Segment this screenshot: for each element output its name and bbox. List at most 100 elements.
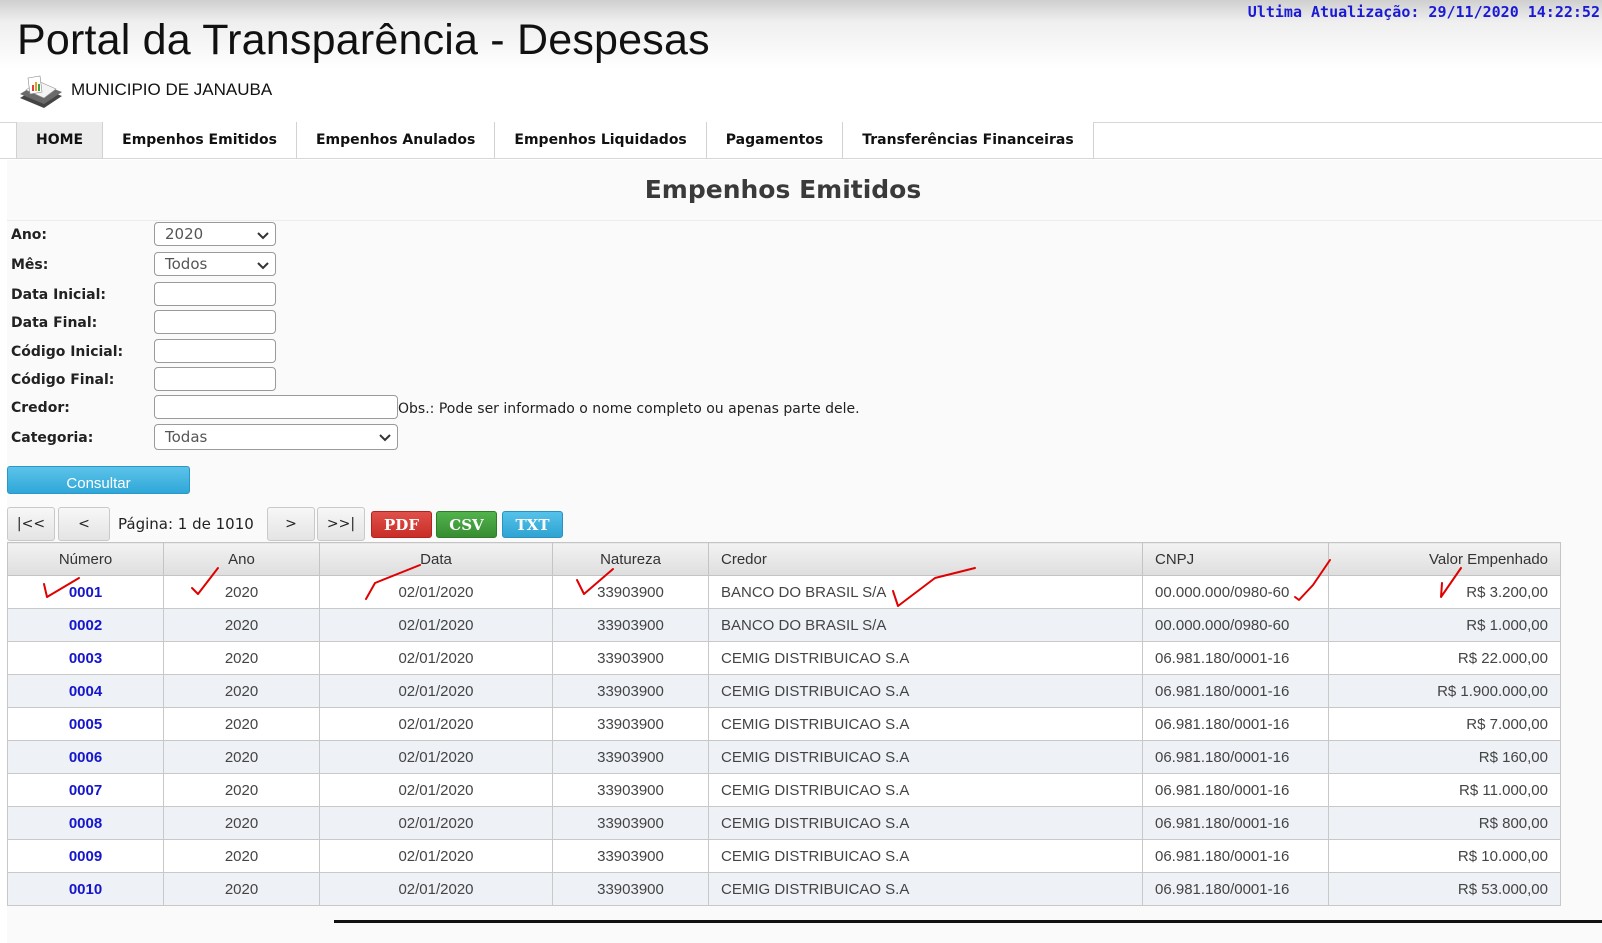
mes-select-value: Todos bbox=[165, 255, 208, 273]
cell-data: 02/01/2020 bbox=[319, 674, 553, 708]
cell-natureza: 33903900 bbox=[552, 872, 709, 906]
column-header-numero[interactable]: Número bbox=[7, 542, 164, 576]
title-divider bbox=[7, 220, 1602, 221]
column-header-natureza[interactable]: Natureza bbox=[552, 542, 709, 576]
cell-valor: R$ 10.000,00 bbox=[1328, 839, 1561, 873]
empenho-number-link[interactable]: 0005 bbox=[69, 716, 102, 733]
nav-divider bbox=[0, 158, 1602, 159]
cell-credor: CEMIG DISTRIBUICAO S.A bbox=[708, 740, 1143, 774]
previous-page-button[interactable]: < bbox=[58, 507, 110, 541]
cell-credor: CEMIG DISTRIBUICAO S.A bbox=[708, 641, 1143, 675]
export-txt-button[interactable]: TXT bbox=[502, 511, 563, 538]
cell-ano: 2020 bbox=[163, 641, 320, 675]
cell-cnpj: 06.981.180/0001-16 bbox=[1142, 674, 1329, 708]
cell-cnpj: 06.981.180/0001-16 bbox=[1142, 740, 1329, 774]
organization-name: MUNICIPIO DE JANAUBA bbox=[71, 80, 273, 99]
cell-ano: 2020 bbox=[163, 839, 320, 873]
table-row: 0006 2020 02/01/2020 33903900 CEMIG DISTRIBU… bbox=[7, 740, 1561, 774]
ano-select-value: 2020 bbox=[165, 225, 204, 243]
cell-valor: R$ 3.200,00 bbox=[1328, 575, 1561, 609]
empenhos-table: Número Ano Data Natureza Credor CNPJ Val… bbox=[7, 542, 1561, 906]
cell-credor: CEMIG DISTRIBUICAO S.A bbox=[708, 839, 1143, 873]
column-header-valor[interactable]: Valor Empenhado bbox=[1328, 542, 1561, 576]
cell-valor: R$ 22.000,00 bbox=[1328, 641, 1561, 675]
cell-valor: R$ 11.000,00 bbox=[1328, 773, 1561, 807]
data-final-label: Data Final: bbox=[11, 315, 98, 331]
ano-select[interactable]: 2020 bbox=[154, 222, 276, 246]
next-page-button[interactable]: > bbox=[267, 507, 315, 541]
cell-cnpj: 00.000.000/0980-60 bbox=[1142, 575, 1329, 609]
cell-numero: 0006 bbox=[7, 740, 164, 774]
chevron-down-icon bbox=[257, 232, 269, 240]
cell-ano: 2020 bbox=[163, 872, 320, 906]
categoria-label: Categoria: bbox=[11, 430, 94, 446]
cell-cnpj: 06.981.180/0001-16 bbox=[1142, 641, 1329, 675]
first-page-button[interactable]: |<< bbox=[7, 507, 55, 541]
cell-valor: R$ 1.900.000,00 bbox=[1328, 674, 1561, 708]
mes-label: Mês: bbox=[11, 257, 49, 273]
column-header-data[interactable]: Data bbox=[319, 542, 553, 576]
table-row: 0001 2020 02/01/2020 33903900 BANCO DO BRASI… bbox=[7, 575, 1561, 609]
data-final-input[interactable] bbox=[154, 310, 276, 334]
cell-data: 02/01/2020 bbox=[319, 608, 553, 642]
empenho-number-link[interactable]: 0003 bbox=[69, 650, 102, 667]
column-header-ano[interactable]: Ano bbox=[163, 542, 320, 576]
cell-ano: 2020 bbox=[163, 773, 320, 807]
data-inicial-input[interactable] bbox=[154, 282, 276, 306]
cell-ano: 2020 bbox=[163, 740, 320, 774]
mes-select[interactable]: Todos bbox=[154, 252, 276, 276]
cell-natureza: 33903900 bbox=[552, 641, 709, 675]
nav-empenhos-emitidos[interactable]: Empenhos Emitidos bbox=[103, 122, 297, 159]
cell-credor: CEMIG DISTRIBUICAO S.A bbox=[708, 707, 1143, 741]
cell-credor: CEMIG DISTRIBUICAO S.A bbox=[708, 872, 1143, 906]
credor-input[interactable] bbox=[154, 395, 398, 419]
cell-ano: 2020 bbox=[163, 674, 320, 708]
export-pdf-button[interactable]: PDF bbox=[371, 511, 432, 538]
empenho-number-link[interactable]: 0002 bbox=[69, 617, 102, 634]
nav-empenhos-anulados[interactable]: Empenhos Anulados bbox=[296, 122, 496, 159]
cell-valor: R$ 53.000,00 bbox=[1328, 872, 1561, 906]
table-row: 0008 2020 02/01/2020 33903900 CEMIG DISTRIBU… bbox=[7, 806, 1561, 840]
export-csv-button[interactable]: CSV bbox=[436, 511, 497, 538]
cell-ano: 2020 bbox=[163, 707, 320, 741]
categoria-select[interactable]: Todas bbox=[154, 424, 398, 450]
cell-cnpj: 06.981.180/0001-16 bbox=[1142, 707, 1329, 741]
empenho-number-link[interactable]: 0006 bbox=[69, 749, 102, 766]
column-header-cnpj[interactable]: CNPJ bbox=[1142, 542, 1329, 576]
nav-transferencias-financeiras[interactable]: Transferências Financeiras bbox=[843, 122, 1094, 159]
nav-pagamentos[interactable]: Pagamentos bbox=[706, 122, 844, 159]
empenho-number-link[interactable]: 0004 bbox=[69, 683, 102, 700]
consultar-button[interactable]: Consultar bbox=[7, 466, 190, 494]
cell-cnpj: 06.981.180/0001-16 bbox=[1142, 773, 1329, 807]
cell-numero: 0008 bbox=[7, 806, 164, 840]
chevron-down-icon bbox=[257, 262, 269, 270]
cell-valor: R$ 800,00 bbox=[1328, 806, 1561, 840]
last-page-button[interactable]: >>| bbox=[317, 507, 365, 541]
cell-natureza: 33903900 bbox=[552, 839, 709, 873]
codigo-final-label: Código Final: bbox=[11, 372, 115, 388]
cell-ano: 2020 bbox=[163, 608, 320, 642]
nav-home[interactable]: HOME bbox=[17, 122, 104, 159]
codigo-inicial-label: Código Inicial: bbox=[11, 344, 124, 360]
empenho-number-link[interactable]: 0008 bbox=[69, 815, 102, 832]
codigo-final-input[interactable] bbox=[154, 367, 276, 391]
empenho-number-link[interactable]: 0010 bbox=[69, 881, 102, 898]
cell-numero: 0001 bbox=[7, 575, 164, 609]
empenho-number-link[interactable]: 0001 bbox=[69, 584, 102, 601]
cell-numero: 0005 bbox=[7, 707, 164, 741]
cell-numero: 0007 bbox=[7, 773, 164, 807]
column-header-credor[interactable]: Credor bbox=[708, 542, 1143, 576]
cell-credor: CEMIG DISTRIBUICAO S.A bbox=[708, 773, 1143, 807]
table-row: 0002 2020 02/01/2020 33903900 BANCO DO BRASI… bbox=[7, 608, 1561, 642]
cell-data: 02/01/2020 bbox=[319, 641, 553, 675]
codigo-inicial-input[interactable] bbox=[154, 339, 276, 363]
cell-numero: 0002 bbox=[7, 608, 164, 642]
cell-natureza: 33903900 bbox=[552, 674, 709, 708]
cell-natureza: 33903900 bbox=[552, 575, 709, 609]
cell-data: 02/01/2020 bbox=[319, 773, 553, 807]
nav-empenhos-liquidados[interactable]: Empenhos Liquidados bbox=[495, 122, 707, 159]
page-indicator: Página: 1 de 1010 bbox=[118, 515, 254, 533]
cell-natureza: 33903900 bbox=[552, 740, 709, 774]
empenho-number-link[interactable]: 0007 bbox=[69, 782, 102, 799]
empenho-number-link[interactable]: 0009 bbox=[69, 848, 102, 865]
